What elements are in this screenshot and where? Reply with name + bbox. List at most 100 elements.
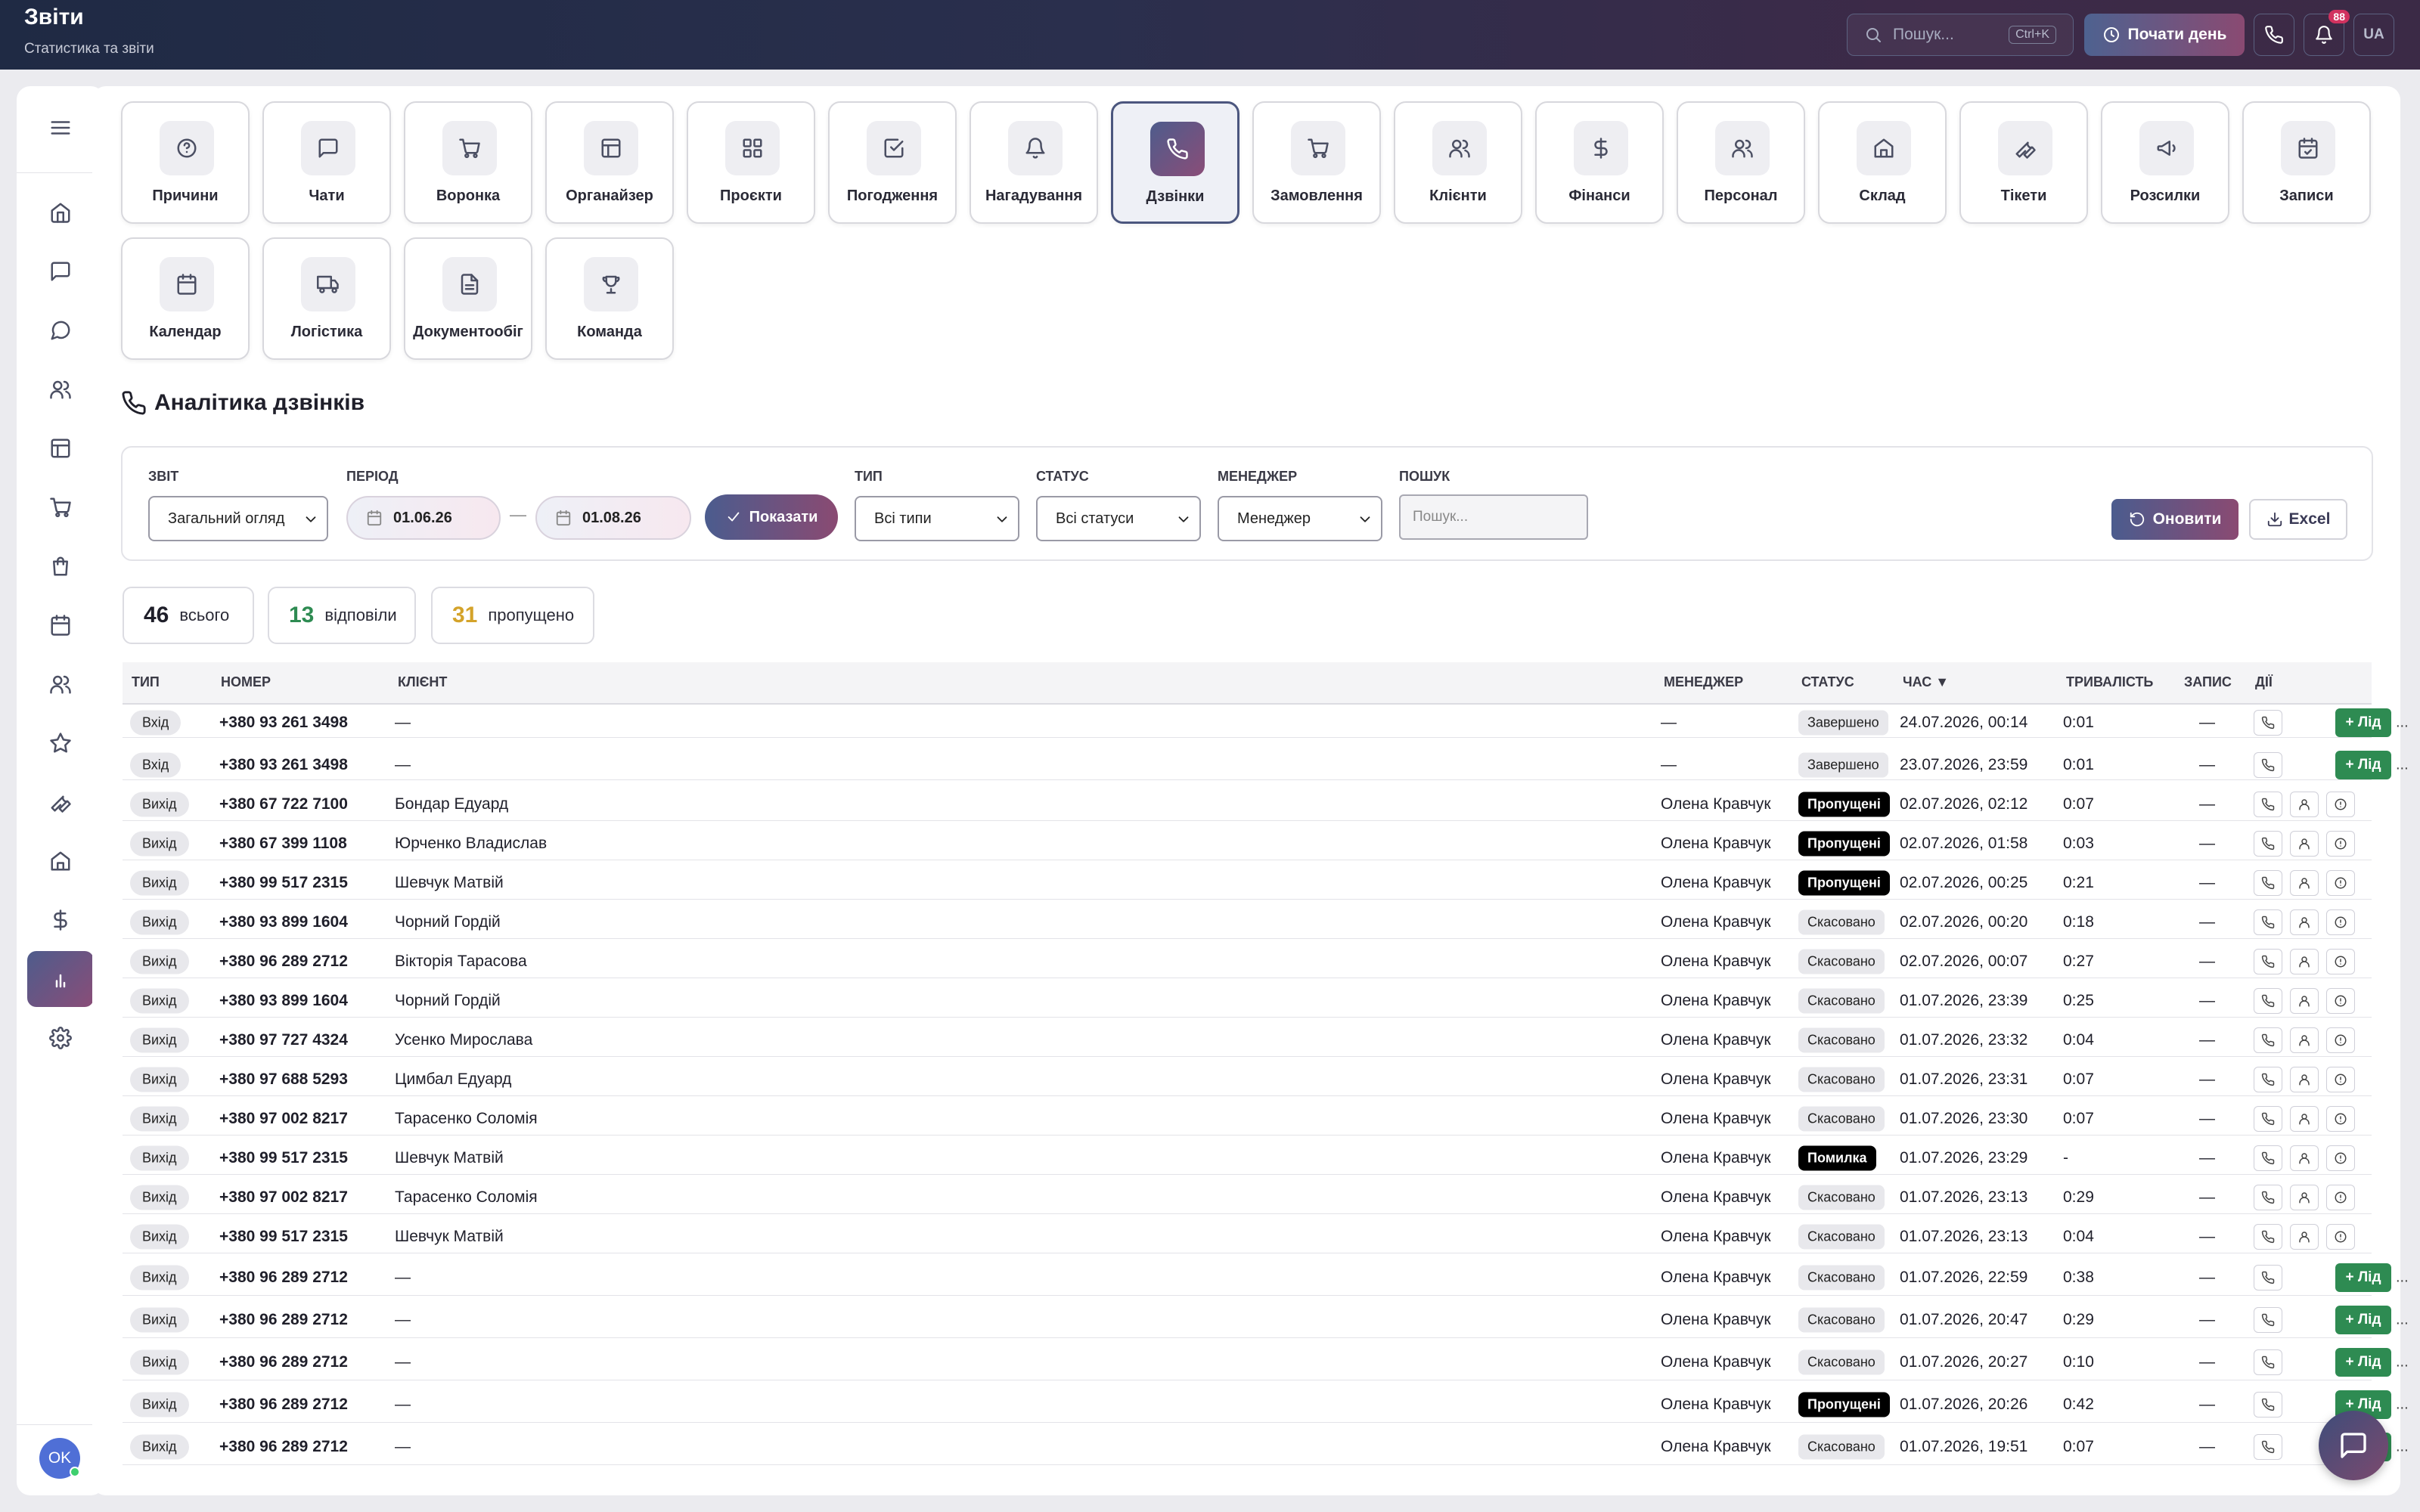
start-day-button[interactable]: Почати день [2084, 14, 2245, 56]
tile-finance[interactable]: Фінанси [1535, 101, 1664, 224]
tile-logistics[interactable]: Логістика [262, 237, 391, 360]
phone-number[interactable]: +380 93 899 1604 [219, 913, 348, 931]
tile-tickets[interactable]: Тікети [1959, 101, 2088, 224]
phone-number[interactable]: +380 96 289 2712 [219, 1438, 348, 1456]
table-row[interactable]: Вихід +380 96 289 2712 — Олена Кравчук Пропу… [123, 1387, 2409, 1423]
call-button[interactable] [2254, 1105, 2282, 1132]
call-info-button[interactable] [2326, 1105, 2355, 1132]
table-row[interactable]: Вихід +380 99 517 2315 Шевчук Матвій Олена … [123, 1220, 2372, 1253]
call-info-button[interactable] [2326, 948, 2355, 974]
add-lead-button[interactable]: + Лід [2335, 1347, 2391, 1377]
more-actions[interactable]: ... [2396, 756, 2409, 773]
call-info-button[interactable] [2326, 1223, 2355, 1250]
tile-reminders[interactable]: Нагадування [970, 101, 1098, 224]
client-profile-button[interactable] [2290, 869, 2319, 896]
phone-number[interactable]: +380 96 289 2712 [219, 1311, 348, 1329]
phone-number[interactable]: +380 97 002 8217 [219, 1110, 348, 1128]
tile-reasons[interactable]: Причини [121, 101, 250, 224]
client-profile-button[interactable] [2290, 830, 2319, 857]
phone-number[interactable]: +380 96 289 2712 [219, 1353, 348, 1371]
call-info-button[interactable] [2326, 791, 2355, 817]
call-button[interactable] [2254, 1391, 2282, 1418]
call-button[interactable] [2254, 709, 2282, 736]
client-profile-button[interactable] [2290, 1066, 2319, 1092]
tile-records[interactable]: Записи [2242, 101, 2371, 224]
col-status[interactable]: СТАТУС [1801, 674, 1854, 690]
table-row[interactable]: Вихід +380 93 899 1604 Чорний Гордій Олена … [123, 906, 2372, 939]
more-actions[interactable]: ... [2396, 1353, 2409, 1371]
phone-number[interactable]: +380 97 688 5293 [219, 1070, 348, 1089]
table-row[interactable]: Вихід +380 96 289 2712 — Олена Кравчук Скасо… [123, 1259, 2409, 1296]
table-row[interactable]: Вихід +380 96 289 2712 — Олена Кравчук Скасо… [123, 1302, 2409, 1338]
col-duration[interactable]: ТРИВАЛІСТЬ [2066, 674, 2153, 690]
table-row[interactable]: Вихід +380 97 002 8217 Тарасенко Соломія Ол… [123, 1102, 2372, 1136]
col-record[interactable]: ЗАПИС [2184, 674, 2232, 690]
add-lead-button[interactable]: + Лід [2335, 1305, 2391, 1334]
client-profile-button[interactable] [2290, 1145, 2319, 1171]
call-info-button[interactable] [2326, 830, 2355, 857]
table-row[interactable]: Вихід +380 97 002 8217 Тарасенко Соломія Ол… [123, 1181, 2372, 1214]
more-actions[interactable]: ... [2396, 1438, 2409, 1455]
client-profile-button[interactable] [2290, 1223, 2319, 1250]
call-info-button[interactable] [2326, 1184, 2355, 1210]
sidebar-item-clients[interactable] [27, 361, 94, 417]
client-profile-button[interactable] [2290, 948, 2319, 974]
add-lead-button[interactable]: + Лід [2335, 750, 2391, 779]
call-button[interactable] [2254, 948, 2282, 974]
client-profile-button[interactable] [2290, 987, 2319, 1014]
call-button[interactable] [2254, 1349, 2282, 1375]
more-actions[interactable]: ... [2396, 1269, 2409, 1286]
table-row[interactable]: Вихід +380 99 517 2315 Шевчук Матвій Олена … [123, 1142, 2372, 1175]
tile-projects[interactable]: Проєкти [687, 101, 815, 224]
more-actions[interactable]: ... [2396, 1396, 2409, 1413]
sidebar-item-calendar[interactable] [27, 597, 94, 653]
sidebar-item-orders[interactable] [27, 479, 94, 535]
phone-number[interactable]: +380 97 002 8217 [219, 1188, 348, 1207]
chat-button[interactable] [2319, 1411, 2388, 1480]
call-info-button[interactable] [2326, 987, 2355, 1014]
sidebar-item-finance[interactable] [27, 892, 94, 948]
refresh-button[interactable]: Оновити [2111, 499, 2238, 540]
more-actions[interactable]: ... [2396, 714, 2409, 731]
table-row[interactable]: Вихід +380 99 517 2315 Шевчук Матвій Олена … [123, 866, 2372, 900]
phone-number[interactable]: +380 93 899 1604 [219, 992, 348, 1010]
call-button[interactable] [2254, 1027, 2282, 1053]
table-row[interactable]: Вихід +380 93 899 1604 Чорний Гордій Олена … [123, 984, 2372, 1018]
show-button[interactable]: Показати [705, 494, 838, 540]
add-lead-button[interactable]: + Лід [2335, 708, 2391, 737]
call-info-button[interactable] [2326, 1027, 2355, 1053]
tile-documents[interactable]: Документообіг [404, 237, 532, 360]
sidebar-item-home[interactable] [27, 184, 94, 240]
phone-number[interactable]: +380 99 517 2315 [219, 874, 348, 892]
phone-number[interactable]: +380 67 399 1108 [219, 835, 347, 853]
table-row[interactable]: Вихід +380 96 289 2712 — Олена Кравчук Скасо… [123, 1429, 2409, 1465]
call-button[interactable] [2254, 751, 2282, 778]
date-to-field[interactable]: 01.08.26 [535, 496, 691, 540]
sidebar-item-messages[interactable] [27, 243, 94, 299]
col-manager[interactable]: МЕНЕДЖЕР [1664, 674, 1743, 690]
table-row[interactable]: Вхід +380 93 261 3498 — — Завершено 23.07.202… [123, 750, 2409, 780]
notifications-button[interactable]: 88 [2304, 10, 2350, 56]
tile-approvals[interactable]: Погодження [828, 101, 957, 224]
add-lead-button[interactable]: + Лід [2335, 1263, 2391, 1292]
client-profile-button[interactable] [2290, 1184, 2319, 1210]
col-type[interactable]: ТИП [132, 674, 160, 690]
phone-number[interactable]: +380 99 517 2315 [219, 1228, 348, 1246]
table-row[interactable]: Вихід +380 67 399 1108 Юрченко Владислав Ол… [123, 827, 2372, 860]
date-from-field[interactable]: 01.06.26 [346, 496, 501, 540]
tile-clients[interactable]: Клієнти [1394, 101, 1522, 224]
call-button[interactable] [2254, 987, 2282, 1014]
col-client[interactable]: КЛІЄНТ [398, 674, 447, 690]
phone-number[interactable]: +380 96 289 2712 [219, 953, 348, 971]
phone-number[interactable]: +380 96 289 2712 [219, 1269, 348, 1287]
report-select[interactable]: Загальний огляд [148, 496, 328, 541]
call-button[interactable] [2254, 1066, 2282, 1092]
sidebar-item-settings[interactable] [27, 1010, 94, 1066]
language-button[interactable]: UA [2353, 14, 2394, 56]
sidebar-item-organizer[interactable] [27, 420, 94, 476]
tile-mailings[interactable]: Розсилки [2101, 101, 2229, 224]
tile-calls[interactable]: Дзвінки [1111, 101, 1239, 224]
sidebar-item-chats[interactable] [27, 302, 94, 358]
tile-orders[interactable]: Замовлення [1252, 101, 1381, 224]
more-actions[interactable]: ... [2396, 1311, 2409, 1328]
